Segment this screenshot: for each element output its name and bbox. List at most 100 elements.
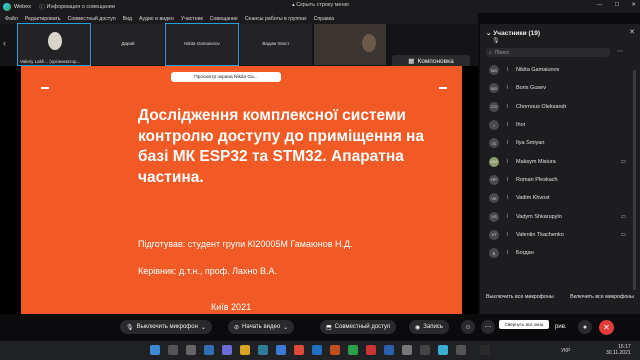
menu-breakout[interactable]: Сеансы работы в группах — [245, 16, 307, 22]
hide-menu-bar-button[interactable]: ▴ Скрыть строку меню — [292, 2, 349, 8]
list-item[interactable]: RP ⌇ Roman Pleskach — [480, 171, 634, 189]
app-icon[interactable] — [402, 345, 412, 355]
menu-file[interactable]: Файл — [5, 16, 18, 22]
muted-mic-icon: ⌇ — [506, 250, 509, 257]
menu-share[interactable]: Совместный доступ — [68, 16, 116, 22]
record-icon: ◉ — [415, 324, 421, 331]
muted-mic-icon: ⌇ — [506, 231, 509, 238]
list-item[interactable]: BG ⌇ Boris Gusev — [480, 79, 634, 97]
more-icon[interactable]: ⋯ — [481, 320, 495, 334]
participants-title-text: Участники (19) — [493, 30, 541, 37]
record-button[interactable]: ◉ Запись — [409, 320, 449, 334]
meeting-info-button[interactable]: ⓘ Информация о совещании — [39, 3, 115, 11]
meeting-info-label: Информация о совещании — [46, 3, 115, 10]
word-icon[interactable] — [384, 345, 394, 355]
menu-view[interactable]: Вид — [123, 16, 132, 22]
file-explorer-icon[interactable] — [240, 345, 250, 355]
participant-name: Ihor — [516, 122, 526, 129]
list-item[interactable]: VK ⌇ Vadim Khvost — [480, 189, 634, 207]
participant-search-input[interactable]: ⌕ Поиск — [486, 48, 610, 57]
menu-audio-video[interactable]: Аудио и видео — [139, 16, 174, 22]
language-indicator[interactable]: УКР — [561, 348, 570, 354]
menu-help[interactable]: Справка — [314, 16, 334, 22]
viewing-screen-banner[interactable]: Просмотр экрана Nikita Ga... — [171, 72, 281, 82]
app-icon[interactable] — [366, 345, 376, 355]
panel-footer: Выключить все микрофоны Включить все мик… — [480, 294, 640, 300]
video-tile-nikita[interactable]: Nikita Gamaiunov — [165, 23, 239, 66]
close-icon[interactable]: ✕ — [631, 2, 636, 8]
avatar: NG — [489, 65, 499, 76]
mute-button[interactable]: 🎙 Выключить микрофон ⌄ — [120, 320, 212, 334]
list-item[interactable]: IS ⌇ Ilya Smiyan — [480, 134, 634, 152]
app-icon[interactable] — [312, 345, 322, 355]
participants-button-label: рив. — [555, 324, 567, 330]
strip-prev-icon[interactable]: ‹ — [3, 38, 13, 50]
menu-participant[interactable]: Участник — [181, 16, 203, 22]
participants-button[interactable]: рив. — [555, 320, 567, 334]
list-item[interactable]: NG ⌇ Nikita Gamaiunov — [480, 61, 634, 79]
task-view-icon[interactable] — [186, 345, 196, 355]
store-icon[interactable] — [276, 345, 286, 355]
muted-mic-icon: ⌇ — [506, 103, 509, 110]
avatar: IS — [489, 138, 499, 149]
mute-all-button[interactable]: Выключить все микрофоны — [486, 294, 554, 300]
more-options-icon[interactable]: ⋯ — [617, 48, 623, 55]
avatar: I — [489, 120, 499, 131]
muted-mic-icon: ⌇ — [506, 195, 509, 202]
reactions-icon[interactable]: ☺ — [461, 320, 475, 334]
search-icon[interactable] — [168, 345, 178, 355]
panel-close-icon[interactable]: ✕ — [629, 28, 635, 36]
menu-edit[interactable]: Редактировать — [25, 16, 61, 22]
video-tile-camera[interactable] — [314, 24, 386, 65]
share-button[interactable]: ⬒ Совместный доступ — [320, 320, 397, 334]
chrome-icon[interactable] — [294, 345, 304, 355]
video-tile-dariy[interactable]: Дарий — [92, 24, 164, 65]
participant-name: Roman Pleskach — [516, 176, 558, 183]
chat-icon[interactable]: ● — [578, 320, 592, 334]
maximize-icon[interactable]: ☐ — [614, 2, 619, 8]
start-video-button[interactable]: ⊘ Начать видео ⌄ — [228, 320, 295, 334]
video-tile-organizer[interactable]: Valeriy Lakh... (организатор... — [17, 23, 91, 66]
app-icon[interactable] — [456, 345, 466, 355]
start-icon[interactable] — [150, 345, 160, 355]
tile-name: Дарий — [121, 41, 135, 46]
mute-panel-icon[interactable]: 🎙 — [492, 37, 500, 44]
app-icon[interactable] — [480, 345, 490, 355]
edge-icon[interactable] — [258, 345, 268, 355]
participant-name: Ilya Smiyan — [516, 140, 545, 147]
microphone-icon: 🎙 — [126, 324, 134, 331]
powerpoint-icon[interactable] — [330, 345, 340, 355]
avatar: RP — [489, 174, 499, 185]
list-item[interactable]: CO ⌇ Chornous Oleksandr — [480, 98, 634, 116]
slide-supervisor: Керівник: д.т.н., проф. Лахно В.А. — [138, 266, 278, 276]
window-controls: — ☐ ✕ — [597, 2, 636, 8]
leave-meeting-icon[interactable]: ✕ — [599, 320, 614, 335]
chevron-down-icon: ⌄ — [283, 324, 289, 331]
avatar: VK — [489, 193, 499, 204]
list-item[interactable]: VS ⌇ Vadym Shkarupylo ▭ — [480, 207, 634, 225]
menu-meeting[interactable]: Совещание — [210, 16, 238, 22]
clock[interactable]: 16:17 30.11.2021 — [606, 344, 631, 356]
minimize-icon[interactable]: — — [597, 2, 603, 8]
widgets-icon[interactable] — [204, 345, 214, 355]
muted-mic-icon: ⌇ — [506, 85, 509, 92]
share-icon: ⬒ — [326, 324, 332, 331]
participant-name: Maksym Misiura — [516, 158, 556, 165]
webex-icon[interactable] — [438, 345, 448, 355]
app-icon[interactable] — [420, 345, 430, 355]
camera-icon: ▭ — [620, 231, 626, 238]
teams-icon[interactable] — [222, 345, 232, 355]
list-item[interactable]: Б ⌇ Богдан — [480, 244, 634, 262]
muted-mic-icon: ⌇ — [506, 176, 509, 183]
avatar — [48, 32, 62, 50]
slide-city-year: Київ 2021 — [211, 302, 252, 312]
video-tile-vadim[interactable]: Вадим Хвост — [240, 24, 312, 65]
excel-icon[interactable] — [348, 345, 358, 355]
list-item[interactable]: MM ⌇ Maksym Misiura ▭ — [480, 152, 634, 170]
participant-name: Valentin Tkachenko — [516, 231, 564, 238]
participants-scrollbar[interactable] — [633, 70, 636, 290]
muted-mic-icon: ⌇ — [506, 140, 509, 147]
unmute-all-button[interactable]: Включить все микрофоны — [570, 294, 634, 300]
list-item[interactable]: VT ⌇ Valentin Tkachenko ▭ — [480, 226, 634, 244]
list-item[interactable]: I ⌇ Ihor — [480, 116, 634, 134]
